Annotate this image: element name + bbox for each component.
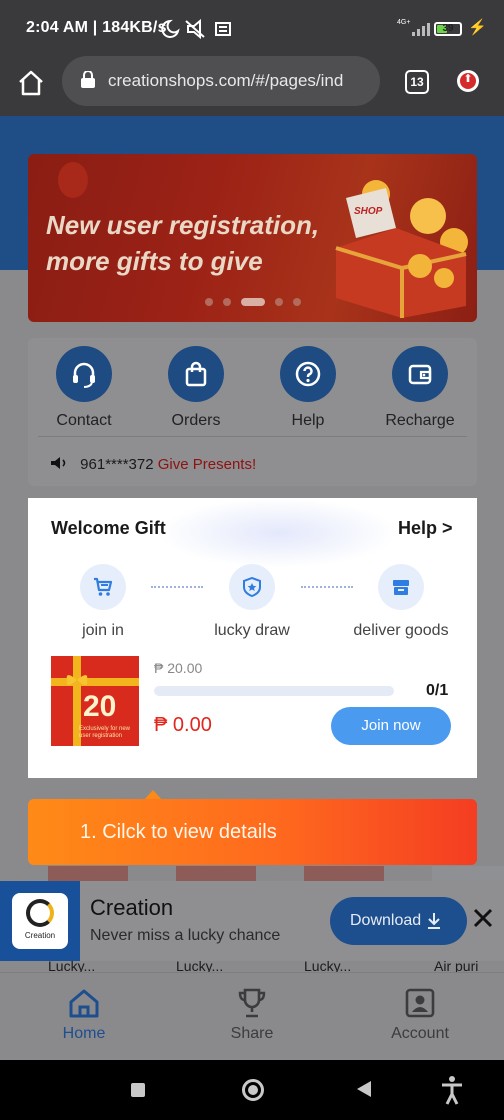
carousel-dot[interactable]: [292, 298, 301, 306]
back-button[interactable]: [357, 1081, 371, 1097]
carousel-dots: [28, 298, 477, 306]
gift-box-illustration: SHOP: [335, 180, 468, 318]
home-icon: [69, 989, 99, 1018]
banner-line-1: New user registration,: [46, 210, 320, 240]
signal-icon: [412, 22, 430, 36]
moon-icon: [161, 18, 231, 40]
carousel-dot[interactable]: [274, 298, 283, 306]
logo-text: Creation: [24, 931, 56, 940]
bow-icon: [66, 675, 88, 685]
banner-line-2: more gifts to give: [46, 246, 263, 276]
quick-contact-button[interactable]: Contact: [28, 346, 140, 430]
welcome-help-link[interactable]: Help >: [398, 518, 453, 539]
tab-share-label: Share: [230, 1025, 274, 1042]
download-button[interactable]: Download: [330, 897, 467, 945]
progress-bar: [154, 686, 394, 696]
gift-voucher-image[interactable]: 20 Exclusively for new user registration: [51, 656, 139, 746]
charging-icon: ⚡: [468, 19, 487, 36]
quick-contact-label: Contact: [56, 412, 112, 429]
step-deliver-goods: deliver goods: [341, 564, 461, 640]
help-circle-icon: [280, 346, 336, 402]
welcome-gift-card: Welcome Gift Help > join in lucky draw d…: [28, 498, 477, 778]
lock-icon: [81, 71, 95, 88]
home-outline-icon: [19, 70, 43, 96]
shopping-bag-icon: [168, 346, 224, 402]
headset-icon: [56, 346, 112, 402]
badge-star-icon: [229, 564, 275, 610]
trophy-icon: [238, 988, 266, 1018]
network-type: 4G+: [397, 19, 411, 26]
address-bar[interactable]: creationshops.com/#/pages/ind: [62, 56, 380, 106]
app-download-banner: Creation Creation Never miss a lucky cha…: [0, 881, 504, 961]
accessibility-icon[interactable]: [440, 1075, 464, 1105]
browser-toolbar: creationshops.com/#/pages/ind 13 ⬆: [0, 56, 504, 116]
notice-message: Give Presents!: [157, 456, 257, 473]
status-time: 2:04 AM | 184KB/s: [26, 19, 167, 36]
tooltip-text: 1. Cilck to view details: [80, 821, 277, 843]
guide-tooltip[interactable]: 1. Cilck to view details: [28, 799, 477, 865]
voucher-text: Exclusively for new user registration: [79, 726, 131, 739]
page-content: New user registration, more gifts to giv…: [0, 116, 504, 1060]
progress-count: 0/1: [426, 682, 449, 699]
speaker-icon: [51, 457, 66, 469]
notice-ticker: 961****372 Give Presents!: [50, 456, 256, 473]
app-name: Creation: [90, 895, 174, 920]
package-icon: [378, 564, 424, 610]
join-now-button[interactable]: Join now: [331, 707, 451, 745]
shop-box-label: SHOP: [354, 206, 383, 217]
url-text: creationshops.com/#/pages/ind: [108, 71, 344, 90]
tab-switcher-button[interactable]: 13: [405, 70, 429, 94]
sale-price: ₱ 0.00: [154, 714, 212, 736]
carousel-dot[interactable]: [204, 298, 213, 306]
carousel-dot[interactable]: [222, 298, 231, 306]
quick-recharge-button[interactable]: Recharge: [364, 346, 476, 430]
system-nav-bar: [0, 1060, 504, 1120]
tab-home-label: Home: [62, 1025, 106, 1042]
creation-logo-icon: [26, 899, 54, 927]
download-label: Download: [350, 912, 422, 929]
app-logo: Creation: [0, 881, 80, 961]
download-icon: [428, 913, 440, 929]
status-icons: [160, 18, 240, 45]
promo-banner[interactable]: New user registration, more gifts to giv…: [28, 154, 477, 322]
step-join-in: join in: [43, 564, 163, 640]
battery-level: 39: [442, 23, 454, 34]
lantern-decoration: [58, 162, 88, 198]
bottom-tab-bar: Home Share Account: [0, 972, 504, 1060]
quick-help-label: Help: [291, 412, 325, 429]
close-icon[interactable]: [470, 905, 496, 931]
browser-home-button[interactable]: [16, 68, 50, 102]
notice-user: 961****372: [80, 456, 154, 473]
tab-account-label: Account: [391, 1025, 449, 1042]
account-icon: [405, 988, 435, 1018]
step-lucky-draw: lucky draw: [192, 564, 312, 640]
battery-icon: 39: [434, 22, 462, 36]
app-tagline: Never miss a lucky chance: [90, 927, 281, 944]
cart-icon: [80, 564, 126, 610]
recents-button[interactable]: [131, 1083, 145, 1097]
original-price: ₱ 20.00: [154, 660, 203, 676]
step-join-in-label: join in: [82, 622, 124, 639]
carousel-dot-active[interactable]: [240, 298, 265, 306]
quick-orders-button[interactable]: Orders: [140, 346, 252, 430]
status-bar: 2:04 AM | 184KB/s 4G+ 39 ⚡: [0, 0, 504, 56]
step-deliver-goods-label: deliver goods: [353, 622, 449, 639]
quick-actions: Contact Orders Help Recharge 961****372 …: [28, 338, 477, 486]
divider: [38, 436, 467, 437]
tab-account[interactable]: Account: [370, 987, 470, 1043]
tab-share[interactable]: Share: [202, 987, 302, 1043]
card-glow: [158, 498, 398, 568]
quick-help-button[interactable]: Help: [252, 346, 364, 430]
quick-orders-label: Orders: [171, 412, 221, 429]
step-lucky-draw-label: lucky draw: [214, 622, 290, 639]
update-button[interactable]: ⬆: [457, 70, 479, 92]
arrow-up-icon: ⬆: [463, 73, 473, 85]
home-nav-button[interactable]: [242, 1079, 264, 1101]
quick-recharge-label: Recharge: [385, 412, 455, 429]
welcome-gift-title: Welcome Gift: [51, 518, 166, 538]
tab-home[interactable]: Home: [34, 987, 134, 1043]
voucher-value: 20: [83, 690, 117, 723]
wallet-icon: [392, 346, 448, 402]
